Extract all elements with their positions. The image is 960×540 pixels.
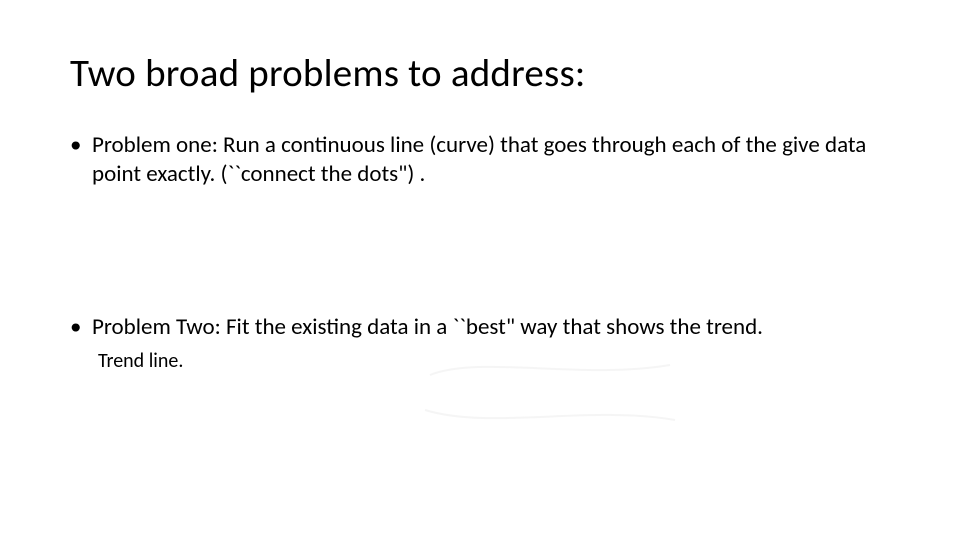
slide: Two broad problems to address: Problem o… — [0, 0, 960, 540]
trend-line-label: Trend line. — [70, 349, 890, 373]
bullet-problem-one: Problem one: Run a continuous line (curv… — [70, 131, 890, 189]
slide-title: Two broad problems to address: — [70, 50, 890, 97]
bullet-problem-two: Problem Two: Fit the existing data in a … — [70, 313, 890, 342]
